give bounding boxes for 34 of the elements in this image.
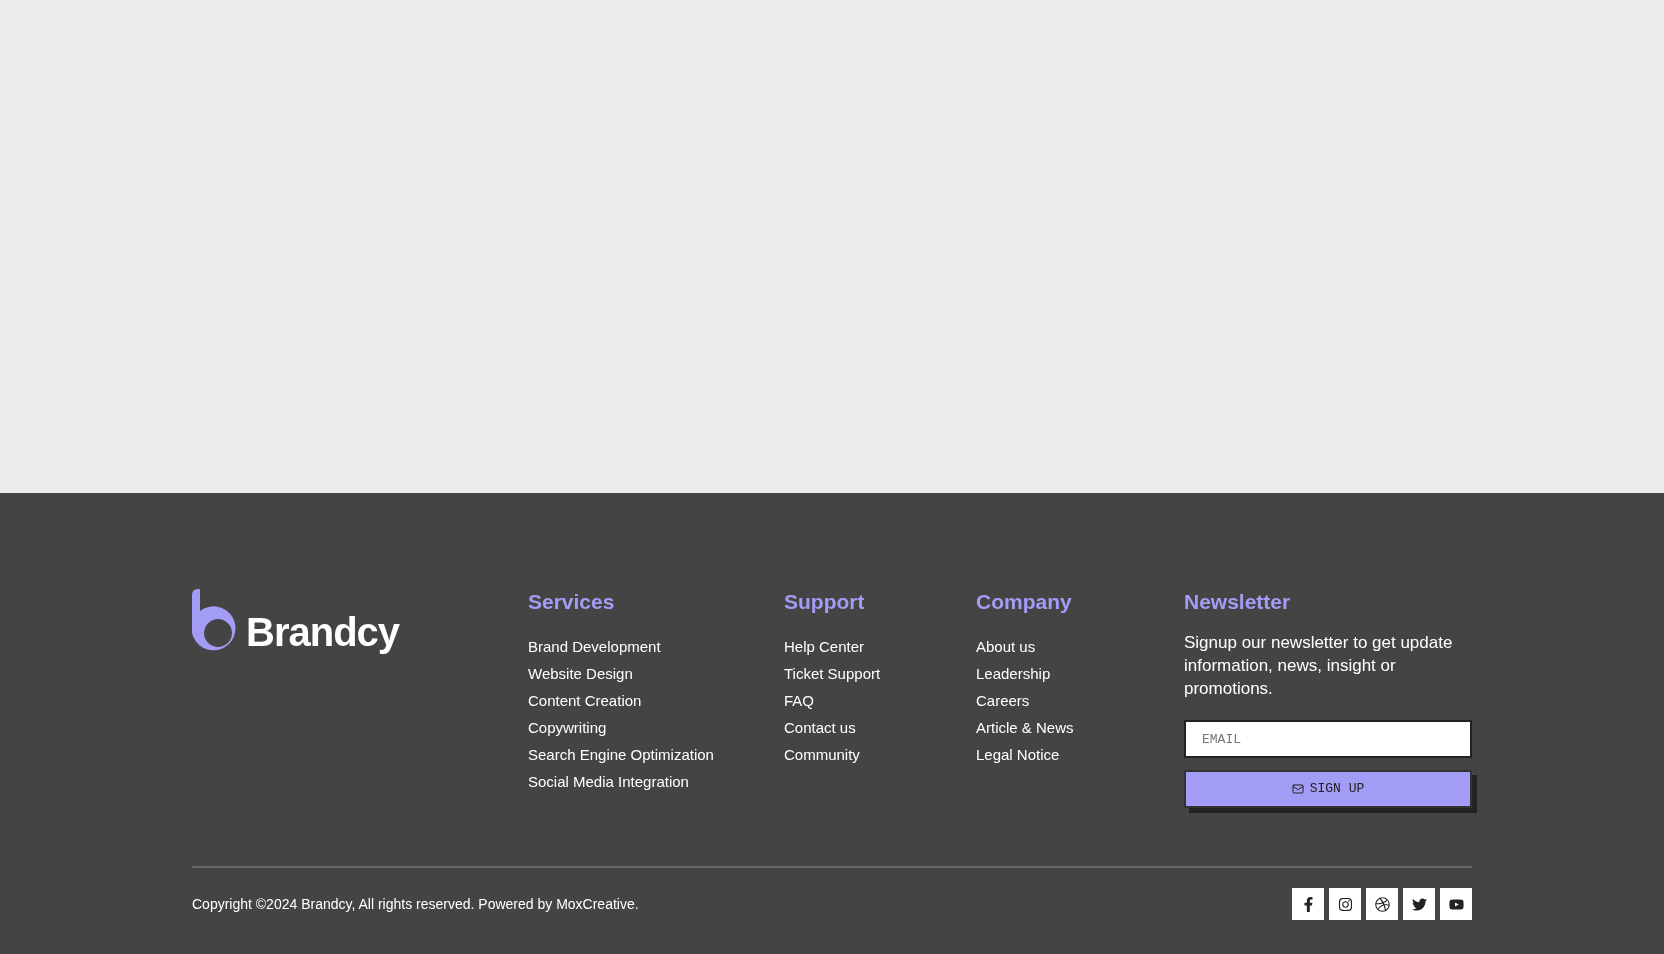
footer-link[interactable]: Brand Development	[528, 633, 661, 660]
social-link[interactable]	[1366, 888, 1398, 920]
newsletter-description: Signup our newsletter to get update information, news, insight or promotions.	[1184, 632, 1454, 700]
footer-link[interactable]: Search Engine Optimization	[528, 741, 714, 768]
footer-link[interactable]: About us	[976, 633, 1036, 660]
footer-link[interactable]: Community	[784, 741, 860, 768]
logo-text: Brandcy	[246, 612, 400, 656]
social-link[interactable]	[1403, 888, 1435, 920]
dribbble-icon	[1374, 896, 1390, 912]
credit-link[interactable]: MoxCreative	[556, 895, 635, 912]
social-link[interactable]	[1292, 888, 1324, 920]
column-heading: Newsletter	[1184, 589, 1292, 615]
footer-link[interactable]: Legal Notice	[976, 741, 1060, 768]
footer-link[interactable]: Ticket Support	[784, 660, 881, 687]
footer-link[interactable]: Careers	[976, 687, 1030, 714]
copyright-text: Copyright ©2024 Brandcy, All rights reserved. Powered by MoxCreative.	[192, 894, 639, 914]
email-field[interactable]: EMAIL	[1184, 720, 1472, 758]
footer-link[interactable]: Content Creation	[528, 687, 642, 714]
footer-link[interactable]: Article & News	[976, 714, 1074, 741]
footer-link[interactable]: Social Media Integration	[528, 768, 689, 795]
footer-link[interactable]: Leadership	[976, 660, 1051, 687]
footer-link[interactable]: Contact us	[784, 714, 856, 741]
column-heading: Company	[976, 589, 1073, 615]
social-link[interactable]	[1440, 888, 1472, 920]
footer-link[interactable]: Website Design	[528, 660, 633, 687]
instagram-icon	[1337, 896, 1353, 912]
footer-link[interactable]: FAQ	[784, 687, 814, 714]
footer-link[interactable]: Copywriting	[528, 714, 607, 741]
column-heading: Support	[784, 589, 866, 615]
column-heading: Services	[528, 589, 616, 615]
twitter-icon	[1411, 896, 1427, 912]
social-link[interactable]	[1329, 888, 1361, 920]
mail-icon	[1291, 783, 1304, 795]
footer-link[interactable]: Help Center	[784, 633, 865, 660]
